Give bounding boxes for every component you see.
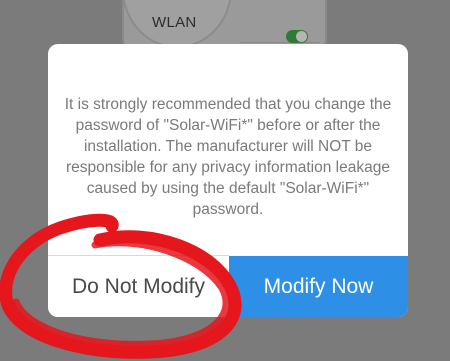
modify-now-button[interactable]: Modify Now (229, 256, 408, 317)
dialog-message: It is strongly recommended that you chan… (64, 96, 392, 218)
dialog-button-row: Do Not Modify Modify Now (48, 256, 408, 317)
screen: WLAN It is strongly recommended that you… (0, 0, 450, 361)
phone-divider-line (240, 42, 320, 43)
wlan-toggle-icon (286, 30, 308, 43)
password-warning-dialog: It is strongly recommended that you chan… (48, 44, 408, 317)
do-not-modify-button[interactable]: Do Not Modify (48, 256, 229, 317)
wlan-label: WLAN (152, 14, 197, 31)
